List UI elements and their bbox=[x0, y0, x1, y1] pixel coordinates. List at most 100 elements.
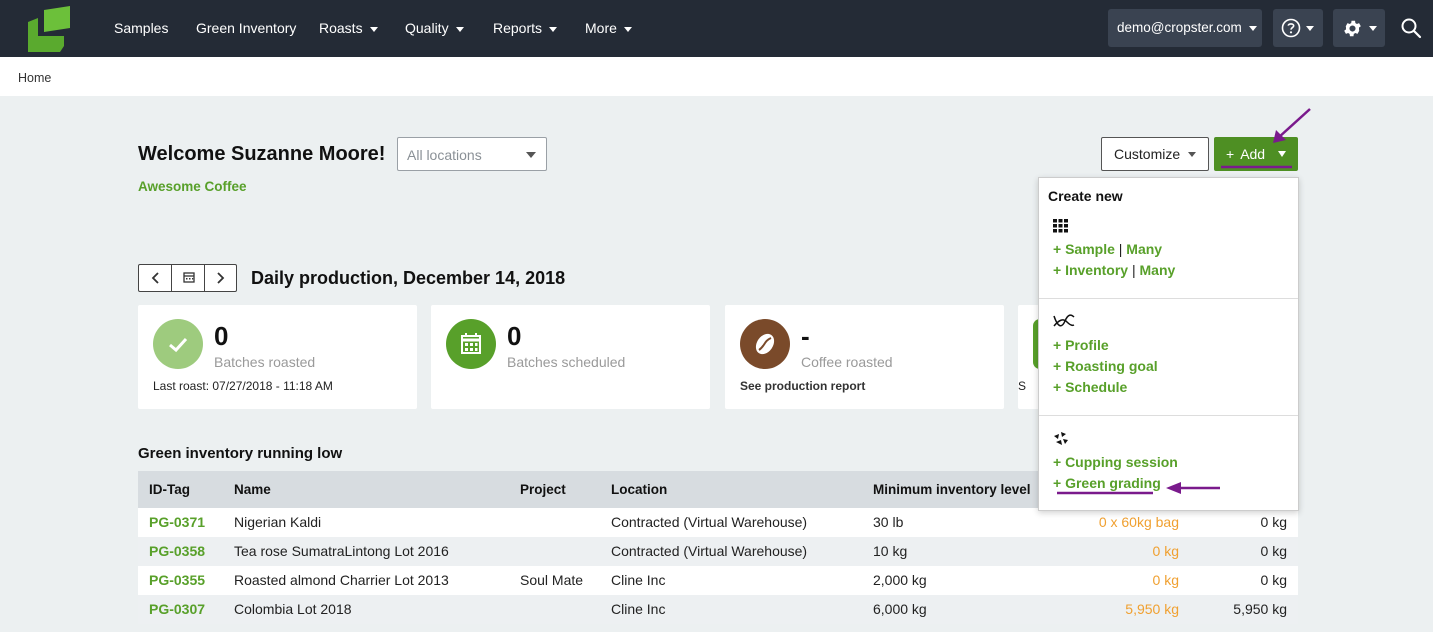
location-cell: Cline Inc bbox=[611, 572, 666, 588]
available-cell: 0 x 60kg bag bbox=[1098, 514, 1179, 530]
user-menu[interactable]: demo@cropster.com bbox=[1108, 9, 1262, 47]
dropdown-heading: Create new bbox=[1048, 188, 1123, 204]
calendar-icon bbox=[183, 272, 195, 283]
table-row[interactable]: PG-0307 Colombia Lot 2018 Cline Inc 6,00… bbox=[138, 595, 1298, 624]
user-email: demo@cropster.com bbox=[1117, 20, 1242, 35]
date-navigation bbox=[138, 264, 237, 292]
add-cupping-session-link[interactable]: + Cupping session bbox=[1053, 454, 1178, 470]
add-green-grading-link[interactable]: + Green grading bbox=[1053, 475, 1161, 491]
chevron-right-icon bbox=[217, 272, 225, 284]
add-button[interactable]: + Add bbox=[1214, 137, 1298, 171]
last-roast-text: Last roast: 07/27/2018 - 11:18 AM bbox=[153, 379, 333, 393]
top-navbar: Samples Green Inventory Roasts Quality R… bbox=[0, 0, 1433, 57]
add-schedule-link[interactable]: + Schedule bbox=[1053, 379, 1127, 395]
id-tag-link[interactable]: PG-0371 bbox=[149, 508, 205, 537]
see-production-report-link[interactable]: See production report bbox=[740, 379, 865, 393]
column-header[interactable]: Project bbox=[520, 471, 566, 508]
add-sample-link[interactable]: + Sample | Many bbox=[1053, 241, 1162, 257]
add-sample-label[interactable]: + Sample bbox=[1053, 241, 1115, 257]
location-cell: Cline Inc bbox=[611, 601, 666, 617]
grid-icon bbox=[1053, 219, 1068, 233]
card-value: 0 bbox=[507, 321, 522, 351]
add-inventory-link[interactable]: + Inventory | Many bbox=[1053, 262, 1175, 278]
breadcrumb-bar: Home bbox=[0, 57, 1433, 96]
min-level-cell: 10 kg bbox=[873, 543, 908, 559]
settings-menu[interactable] bbox=[1333, 9, 1385, 47]
breadcrumb[interactable]: Home bbox=[18, 71, 51, 85]
table-row[interactable]: PG-0355 Roasted almond Charrier Lot 2013… bbox=[138, 566, 1298, 595]
nav-quality[interactable]: Quality bbox=[405, 0, 464, 57]
calendar-button[interactable] bbox=[172, 265, 205, 291]
add-label: Add bbox=[1240, 146, 1266, 162]
customize-label: Customize bbox=[1114, 146, 1181, 162]
nav-reports[interactable]: Reports bbox=[493, 0, 558, 57]
roast-curve-icon bbox=[1053, 314, 1075, 327]
add-profile-link[interactable]: + Profile bbox=[1053, 337, 1109, 353]
company-name: Awesome Coffee bbox=[138, 179, 247, 194]
card-coffee-roasted: - Coffee roasted See production report bbox=[725, 305, 1004, 409]
nav-green-inventory[interactable]: Green Inventory bbox=[196, 0, 296, 57]
total-cell: 0 kg bbox=[1260, 543, 1287, 559]
min-level-cell: 2,000 kg bbox=[873, 572, 927, 588]
card-label: Coffee roasted bbox=[801, 354, 893, 370]
plus-icon: + bbox=[1226, 146, 1235, 162]
total-cell: 0 kg bbox=[1260, 572, 1287, 588]
cropster-logo-icon[interactable] bbox=[24, 6, 74, 52]
next-day-button[interactable] bbox=[205, 265, 236, 291]
available-cell: 0 kg bbox=[1152, 572, 1179, 588]
nav-more[interactable]: More bbox=[585, 0, 632, 57]
chevron-down-icon bbox=[1188, 152, 1196, 157]
chevron-down-icon bbox=[369, 26, 378, 32]
name-cell: Colombia Lot 2018 bbox=[234, 601, 352, 617]
check-icon bbox=[153, 319, 203, 369]
total-cell: 0 kg bbox=[1260, 514, 1287, 530]
create-new-dropdown: Create new + Sample | Many + Inventory |… bbox=[1038, 177, 1299, 511]
id-tag-link[interactable]: PG-0355 bbox=[149, 566, 205, 595]
min-level-cell: 30 lb bbox=[873, 514, 904, 530]
add-inventory-label[interactable]: + Inventory bbox=[1053, 262, 1128, 278]
nav-samples[interactable]: Samples bbox=[114, 0, 168, 57]
card-batches-roasted: 0 Batches roasted Last roast: 07/27/2018… bbox=[138, 305, 417, 409]
inventory-section-title: Green inventory running low bbox=[138, 445, 343, 462]
table-row[interactable]: PG-0371 Nigerian Kaldi Contracted (Virtu… bbox=[138, 508, 1298, 537]
search-icon[interactable] bbox=[1399, 16, 1423, 40]
help-menu[interactable] bbox=[1273, 9, 1323, 47]
min-level-cell: 6,000 kg bbox=[873, 601, 927, 617]
column-header[interactable]: ID-Tag bbox=[149, 471, 190, 508]
annotation-arrow bbox=[1277, 108, 1311, 139]
column-header[interactable]: Name bbox=[234, 471, 271, 508]
location-select[interactable]: All locations bbox=[397, 137, 547, 171]
customize-button[interactable]: Customize bbox=[1101, 137, 1209, 171]
location-cell: Contracted (Virtual Warehouse) bbox=[611, 514, 808, 530]
previous-day-button[interactable] bbox=[139, 265, 172, 291]
add-roasting-goal-link[interactable]: + Roasting goal bbox=[1053, 358, 1158, 374]
available-cell: 0 kg bbox=[1152, 543, 1179, 559]
nav-roasts[interactable]: Roasts bbox=[319, 0, 378, 57]
chevron-down-icon bbox=[549, 26, 558, 32]
card-value: 0 bbox=[214, 321, 229, 351]
card-label: Batches roasted bbox=[214, 354, 316, 370]
id-tag-link[interactable]: PG-0307 bbox=[149, 595, 205, 624]
help-circle-icon bbox=[1281, 18, 1301, 38]
card-batches-scheduled: 0 Batches scheduled bbox=[431, 305, 710, 409]
coffee-bean-icon bbox=[740, 319, 790, 369]
column-header[interactable]: Location bbox=[611, 471, 667, 508]
chevron-down-icon bbox=[1369, 26, 1377, 31]
separator-pipe: | bbox=[1131, 262, 1136, 278]
add-many-samples-link[interactable]: Many bbox=[1126, 241, 1162, 257]
name-cell: Nigerian Kaldi bbox=[234, 514, 322, 530]
project-cell: Soul Mate bbox=[520, 572, 584, 588]
table-row[interactable]: PG-0358 Tea rose SumatraLintong Lot 2016… bbox=[138, 537, 1298, 566]
cupping-icon bbox=[1054, 432, 1068, 445]
daily-production-title: Daily production, December 14, 2018 bbox=[251, 268, 566, 288]
add-many-inventory-link[interactable]: Many bbox=[1140, 262, 1176, 278]
name-cell: Tea rose SumatraLintong Lot 2016 bbox=[234, 543, 449, 559]
chevron-down-icon bbox=[623, 26, 632, 32]
calendar-icon bbox=[446, 319, 496, 369]
id-tag-link[interactable]: PG-0358 bbox=[149, 537, 205, 566]
location-cell: Contracted (Virtual Warehouse) bbox=[611, 543, 808, 559]
gear-icon bbox=[1344, 20, 1361, 37]
column-header[interactable]: Minimum inventory level bbox=[873, 471, 1031, 508]
chevron-down-icon bbox=[455, 26, 464, 32]
card-partial: S bbox=[1018, 305, 1040, 409]
